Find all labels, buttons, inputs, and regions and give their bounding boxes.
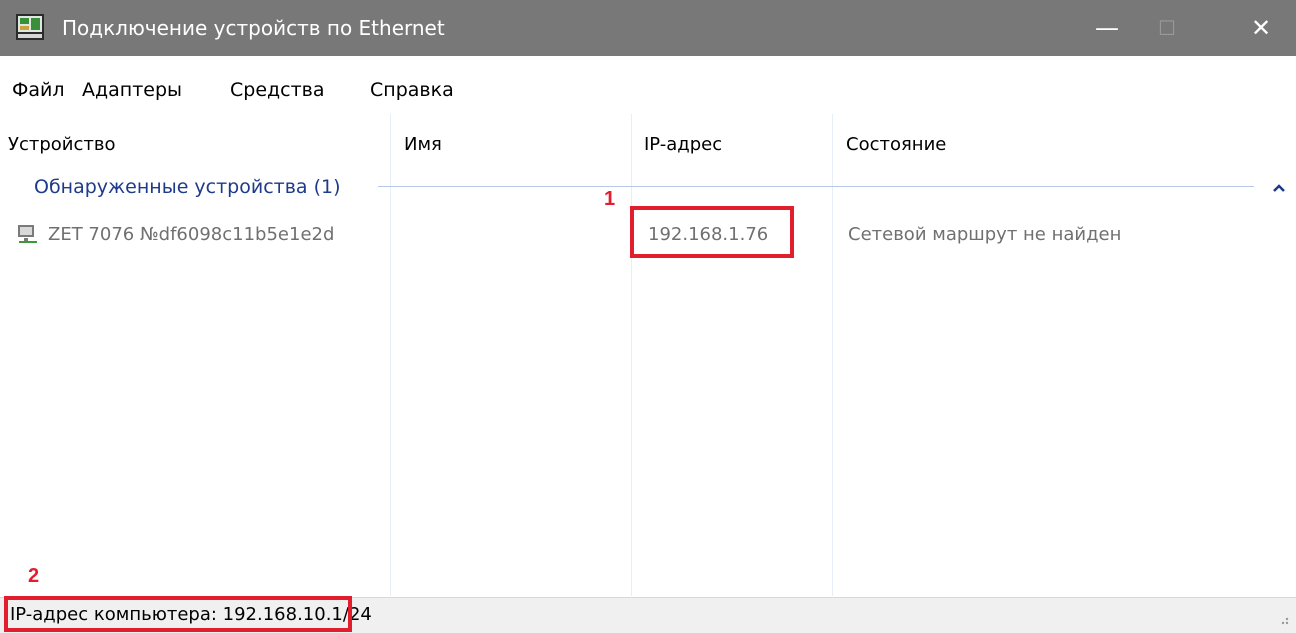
close-button[interactable]: ✕ [1226, 0, 1296, 56]
callout-1: 1 [604, 188, 616, 210]
maximize-button[interactable]: ☐ [1132, 0, 1202, 56]
window-title: Подключение устройств по Ethernet [62, 16, 445, 40]
column-header-ip[interactable]: IP-адрес [644, 134, 722, 155]
menu-tools[interactable]: Средства [230, 79, 325, 101]
group-divider [378, 186, 1254, 187]
resize-grip-icon[interactable] [1276, 612, 1290, 626]
menu-help[interactable]: Справка [370, 79, 454, 101]
group-header[interactable]: Обнаруженные устройства (1) [34, 176, 341, 198]
column-header-status[interactable]: Состояние [846, 134, 946, 155]
highlight-box-ip [630, 206, 794, 258]
device-cell: ZET 7076 №df6098c11b5e1e2d [48, 224, 335, 245]
column-header-device[interactable]: Устройство [8, 134, 116, 155]
app-icon [16, 14, 44, 40]
title-bar[interactable]: Подключение устройств по Ethernet — ☐ ✕ [0, 0, 1296, 56]
column-header-name[interactable]: Имя [404, 134, 442, 155]
chevron-up-icon[interactable] [1268, 178, 1290, 198]
menu-bar: Файл Адаптеры Средства Справка [0, 73, 1296, 113]
status-cell: Сетевой маршрут не найден [848, 224, 1122, 245]
menu-file[interactable]: Файл [12, 79, 65, 101]
highlight-box-status [4, 596, 352, 632]
menu-adapters[interactable]: Адаптеры [82, 79, 182, 101]
callout-2: 2 [28, 565, 40, 587]
network-device-icon [18, 225, 37, 243]
